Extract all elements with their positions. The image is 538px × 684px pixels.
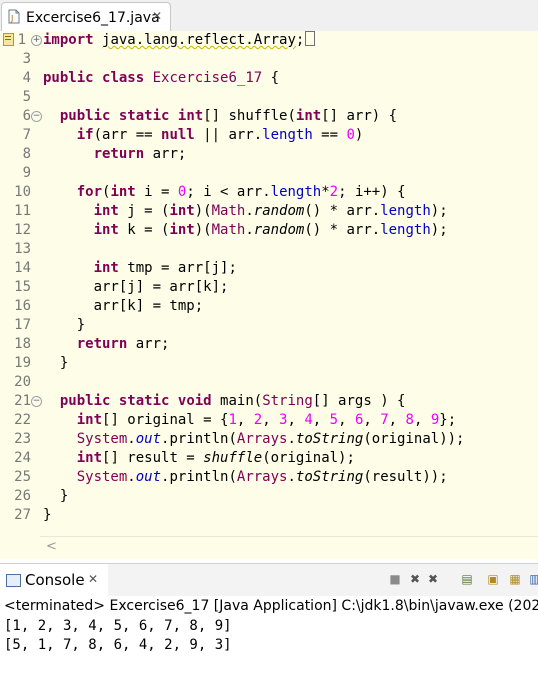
code-text: } — [43, 355, 69, 371]
line-number: 7 — [22, 127, 31, 143]
line-number: 11 — [14, 203, 31, 219]
line-number: 23 — [14, 431, 31, 447]
line-number: 22 — [14, 412, 31, 428]
console-output-line[interactable]: [5, 1, 7, 8, 6, 4, 2, 9, 3] — [4, 637, 232, 653]
code-text: int k = (int)(Math.random() * arr.length… — [93, 222, 448, 238]
line-number: 3 — [22, 51, 31, 67]
line-number: 4 — [22, 70, 31, 86]
code-text: System.out.println(Arrays.toString(origi… — [76, 431, 465, 447]
line-number: 16 — [14, 298, 31, 314]
horizontal-scrollbar[interactable]: < — [40, 536, 538, 559]
code-text: public static void main(String[] args ) … — [59, 393, 406, 409]
console-status-line: <terminated> Excercise6_17 [Java Applica… — [4, 598, 538, 614]
close-icon[interactable]: ✕ — [88, 572, 98, 586]
scroll-left-icon[interactable]: < — [46, 539, 57, 554]
code-text: import java.lang.reflect.Array; — [43, 31, 316, 50]
console-icon — [6, 574, 21, 587]
line-number: 26 — [14, 488, 31, 504]
open-console-icon[interactable]: ▦ — [508, 572, 522, 586]
scroll-lock-icon[interactable]: ▤ — [460, 572, 474, 586]
code-text: public static int[] shuffle(int[] arr) { — [59, 108, 398, 124]
code-text: } — [43, 488, 69, 504]
editor-tab-title: Excercise6_17.java — [26, 10, 160, 26]
line-number: 24 — [14, 450, 31, 466]
code-text: return arr; — [93, 146, 187, 162]
line-number: 10 — [14, 184, 31, 200]
code-text: int j = (int)(Math.random() * arr.length… — [93, 203, 448, 219]
line-number: 17 — [14, 317, 31, 333]
console-view-header: Console ✕ ■ ✖ ✖ ▤ ▣ ▦ ▥ — [0, 563, 538, 596]
code-text: int[] original = {1, 2, 3, 4, 5, 6, 7, 8… — [76, 412, 457, 428]
line-number: 6 — [22, 108, 31, 124]
code-text: if(arr == null || arr.length == 0) — [76, 127, 364, 143]
console-title: Console — [25, 571, 85, 589]
line-number: 5 — [22, 89, 31, 105]
line-number: 27 — [14, 507, 31, 523]
code-text: int[] result = shuffle(original); — [76, 450, 355, 466]
remove-launch-icon[interactable]: ✖ — [408, 572, 422, 586]
line-number: 14 — [14, 260, 31, 276]
display-console-icon[interactable]: ▥ — [528, 572, 538, 586]
console-tab[interactable]: Console ✕ — [0, 564, 108, 596]
code-editor[interactable]: 1 + import java.lang.reflect.Array; 3 4 … — [0, 31, 538, 559]
line-number: 9 — [22, 165, 31, 181]
line-number: 1 — [17, 32, 26, 48]
editor-tab-bar: J Excercise6_17.java ✕ — [0, 0, 538, 32]
terminate-icon[interactable]: ■ — [388, 572, 402, 586]
code-text: } — [43, 507, 52, 523]
console-output-line[interactable]: [1, 2, 3, 4, 5, 6, 7, 8, 9] — [4, 618, 232, 634]
code-text: arr[j] = arr[k]; — [43, 279, 229, 295]
code-text: return arr; — [76, 336, 170, 352]
pin-icon[interactable]: ▣ — [486, 572, 500, 586]
line-number: 18 — [14, 336, 31, 352]
code-text: } — [43, 317, 86, 333]
code-text: System.out.println(Arrays.toString(resul… — [76, 469, 448, 485]
svg-text:J: J — [10, 14, 13, 23]
line-number: 8 — [22, 146, 31, 162]
fold-collapse-icon[interactable]: − — [31, 396, 42, 407]
code-text: arr[k] = tmp; — [43, 298, 204, 314]
editor-tab[interactable]: J Excercise6_17.java ✕ — [1, 2, 171, 32]
fold-collapse-icon[interactable]: − — [31, 111, 42, 122]
fold-expand-icon[interactable]: + — [31, 35, 42, 46]
code-text: public class Excercise6_17 { — [43, 70, 280, 86]
close-icon[interactable]: ✕ — [152, 9, 162, 23]
line-number: 20 — [14, 374, 31, 390]
text-cursor — [305, 31, 316, 46]
line-number: 12 — [14, 222, 31, 238]
line-number: 13 — [14, 241, 31, 257]
java-file-icon: J — [8, 9, 20, 24]
line-number: 19 — [14, 355, 31, 371]
line-number: 21 — [14, 393, 31, 409]
line-number: 15 — [14, 279, 31, 295]
code-text: int tmp = arr[j]; — [93, 260, 237, 276]
remove-all-icon[interactable]: ✖ — [426, 572, 440, 586]
code-text: for(int i = 0; i < arr.length*2; i++) { — [76, 184, 406, 200]
line-number: 25 — [14, 469, 31, 485]
